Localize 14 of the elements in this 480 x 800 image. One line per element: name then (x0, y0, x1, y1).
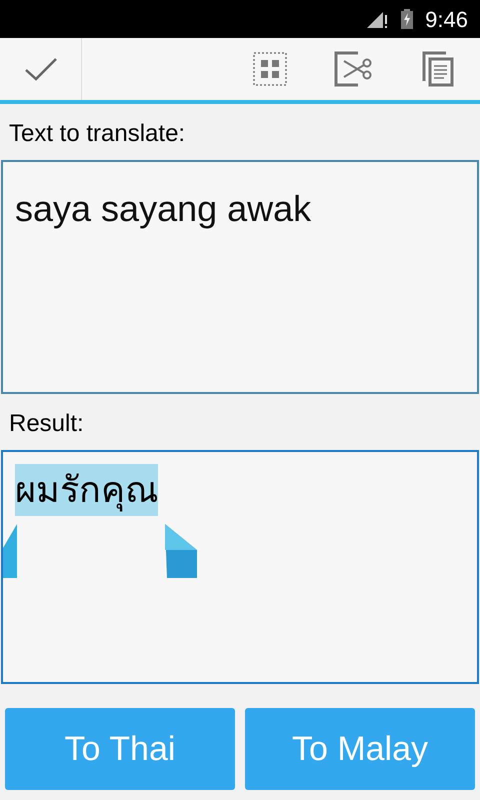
text-input-field[interactable]: saya sayang awak (1, 160, 479, 394)
selection-handle-icon (1, 524, 17, 578)
battery-icon (401, 9, 414, 29)
select-all-icon (253, 52, 287, 86)
result-field[interactable]: ผมรักคุณ (1, 450, 479, 684)
copy-icon (422, 51, 454, 87)
checkmark-icon (24, 56, 58, 82)
result-label: Result: (8, 409, 85, 439)
signal-icon (367, 10, 390, 28)
input-label: Text to translate: (8, 119, 186, 149)
status-time: 9:46 (425, 6, 468, 34)
result-text: ผมรักคุณ (15, 464, 158, 516)
cut-icon (334, 51, 374, 87)
selection-handle-icon (165, 524, 199, 578)
